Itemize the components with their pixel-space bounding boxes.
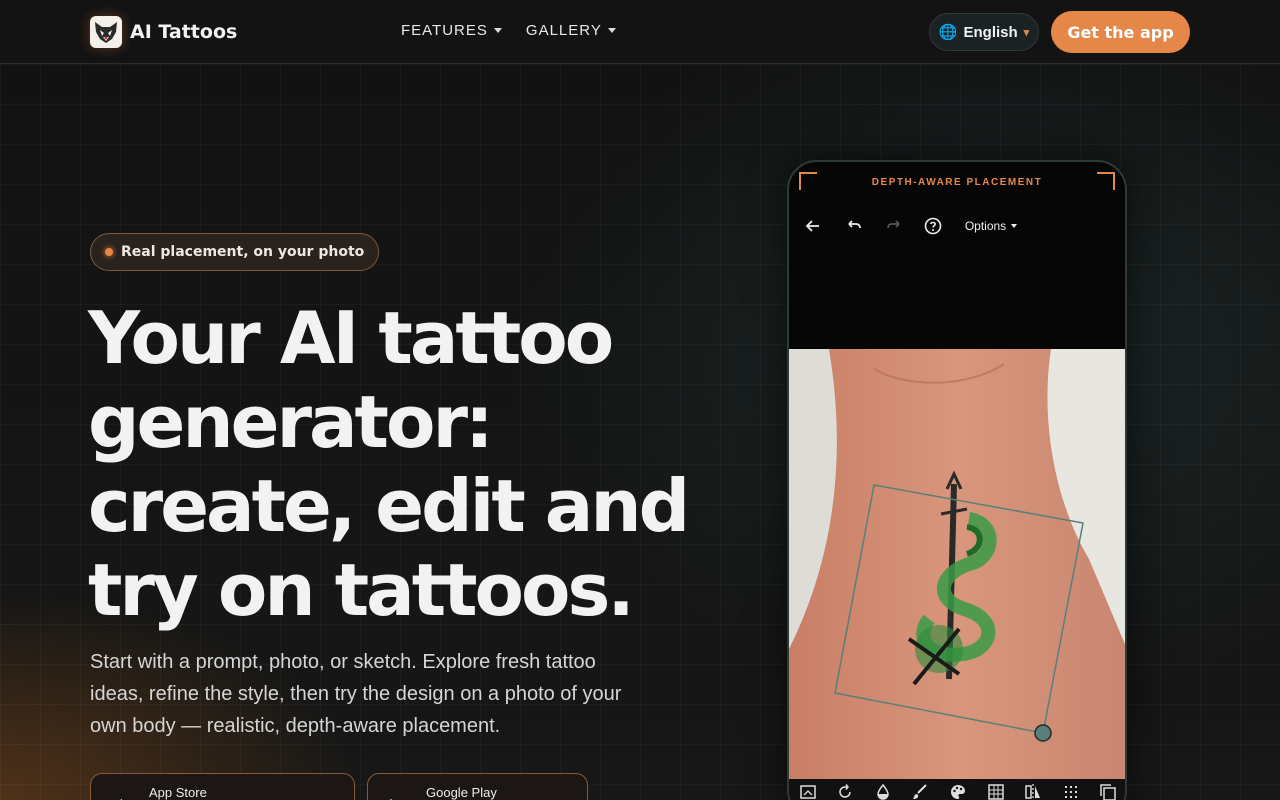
pattern-icon[interactable] bbox=[1062, 783, 1080, 800]
phone-toolbar: Options bbox=[789, 214, 1125, 238]
grid-icon[interactable] bbox=[987, 783, 1005, 800]
phone-mockup: DEPTH-AWARE PLACEMENT Options bbox=[787, 160, 1127, 800]
palette-icon[interactable] bbox=[949, 783, 967, 800]
caret-down-icon bbox=[607, 28, 616, 33]
crop-icon[interactable] bbox=[799, 783, 817, 800]
store-label: Google Play bbox=[426, 785, 497, 800]
nav-item-features[interactable]: FEATURES bbox=[401, 22, 502, 39]
site-header: AI Tattoos FEATURES GALLERY 🌐 English ▾ … bbox=[0, 0, 1280, 64]
badge-label: Real placement, on your photo bbox=[121, 244, 365, 260]
undo-icon[interactable] bbox=[842, 214, 866, 238]
back-arrow-icon[interactable] bbox=[801, 214, 825, 238]
opacity-icon[interactable] bbox=[874, 783, 892, 800]
help-icon[interactable] bbox=[921, 214, 945, 238]
caret-down-icon bbox=[1011, 224, 1018, 228]
language-selector[interactable]: 🌐 English ▾ bbox=[929, 13, 1039, 51]
get-app-button[interactable]: Get the app bbox=[1051, 11, 1190, 53]
headline-line: generator: bbox=[88, 380, 494, 464]
triangle-down-icon: ▾ bbox=[1023, 26, 1030, 39]
headline-line: Your AI tattoo bbox=[88, 296, 614, 380]
hero-headline: Your AI tattoo generator: create, edit a… bbox=[88, 296, 690, 632]
nav-item-gallery[interactable]: GALLERY bbox=[526, 22, 616, 39]
options-dropdown[interactable]: Options bbox=[961, 214, 1021, 238]
hero-badge: Real placement, on your photo bbox=[90, 233, 380, 271]
app-store-button[interactable]: App Store bbox=[90, 773, 355, 800]
brand-logo[interactable]: AI Tattoos bbox=[90, 16, 237, 48]
headline-line: try on tattoos. bbox=[88, 548, 635, 632]
redo-icon[interactable] bbox=[882, 214, 906, 238]
globe-icon: 🌐 bbox=[938, 24, 958, 41]
headline-line: create, edit and bbox=[88, 464, 690, 548]
hero-subtitle: Start with a prompt, photo, or sketch. E… bbox=[90, 651, 622, 737]
brand-name: AI Tattoos bbox=[130, 21, 238, 43]
main-nav: FEATURES GALLERY bbox=[401, 22, 616, 39]
rotate-icon[interactable] bbox=[836, 783, 854, 800]
nav-item-label: FEATURES bbox=[401, 22, 488, 39]
arm-photo bbox=[789, 349, 1125, 779]
google-play-button[interactable]: Google Play bbox=[367, 773, 588, 800]
nav-item-label: GALLERY bbox=[525, 22, 602, 39]
duplicate-icon[interactable] bbox=[1099, 783, 1117, 800]
badge-dot-icon bbox=[105, 248, 113, 256]
brush-icon[interactable] bbox=[911, 783, 929, 800]
phone-label: DEPTH-AWARE PLACEMENT bbox=[871, 177, 1043, 188]
phone-bottom-toolbar bbox=[789, 779, 1125, 800]
flip-icon[interactable] bbox=[1024, 783, 1042, 800]
caret-down-icon bbox=[493, 28, 502, 33]
fox-logo-icon bbox=[90, 16, 122, 48]
options-label: Options bbox=[964, 219, 1007, 233]
language-label: English bbox=[963, 23, 1018, 41]
store-label: App Store bbox=[149, 785, 207, 800]
